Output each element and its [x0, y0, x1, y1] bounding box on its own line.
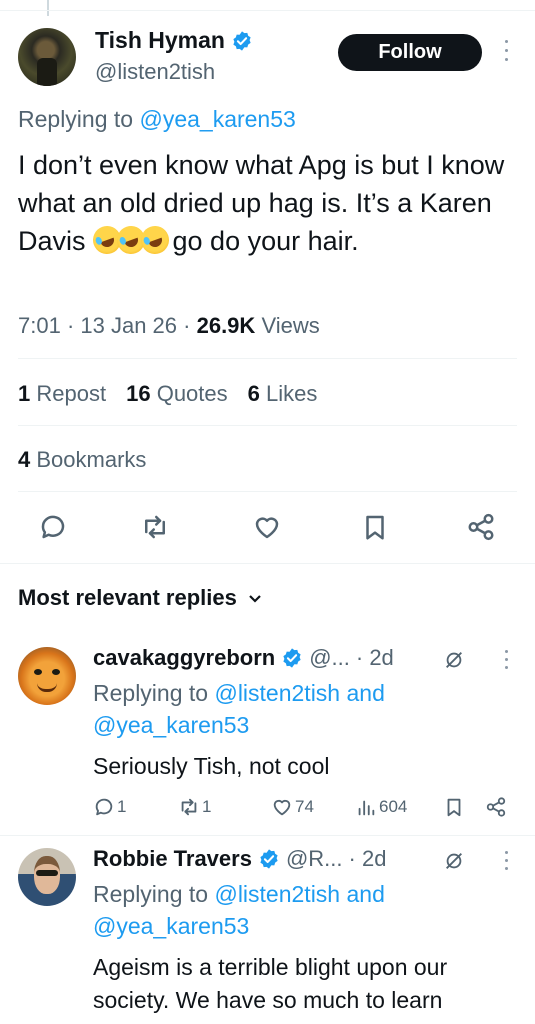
share-icon[interactable] — [485, 796, 507, 818]
share-icon[interactable] — [466, 512, 496, 542]
reply-author-avatar[interactable] — [18, 647, 76, 705]
views-label: Views — [261, 313, 320, 338]
bookmarks-stat[interactable]: 4 Bookmarks — [18, 447, 146, 473]
views-count: 26.9K — [196, 313, 256, 338]
divider — [0, 835, 535, 836]
grok-icon[interactable] — [443, 649, 465, 671]
reply-item[interactable]: cavakaggyreborn @... · 2d Replying to @l… — [18, 645, 518, 825]
reply-author-name[interactable]: cavakaggyreborn — [93, 645, 275, 671]
replying-to-handle-link[interactable]: @listen2tish — [214, 680, 340, 706]
chevron-down-icon — [249, 595, 261, 603]
divider — [18, 358, 517, 359]
replying-to-handle-link[interactable]: @yea_karen53 — [93, 712, 249, 738]
author-avatar[interactable] — [18, 28, 76, 86]
like-heart-icon[interactable]: 74 — [271, 796, 314, 818]
more-options-icon[interactable] — [503, 40, 509, 64]
reply-text: Seriously Tish, not cool — [93, 753, 330, 779]
replying-prefix: Replying to — [18, 106, 140, 132]
quotes-stat[interactable]: 16 Quotes — [126, 381, 228, 407]
replies-section-title: Most relevant replies — [18, 585, 237, 610]
reply-author-handle[interactable]: @R... — [286, 846, 343, 872]
reply-text: Ageism is a terrible blight upon our soc… — [93, 954, 448, 1013]
tweet-author-header: Tish Hyman @listen2tish Follow — [18, 26, 528, 96]
bookmark-icon[interactable] — [443, 796, 465, 818]
engagement-stats: 1 Repost 16 Quotes 6 Likes — [18, 381, 317, 407]
reply-count: 1 — [117, 797, 127, 816]
divider — [0, 563, 535, 564]
reply-icon[interactable] — [38, 512, 68, 542]
like-count: 74 — [295, 797, 314, 816]
more-options-icon[interactable] — [503, 851, 509, 873]
tweet-time[interactable]: 7:01 — [18, 313, 61, 338]
grok-icon[interactable] — [443, 850, 465, 872]
replying-to-handle-link[interactable]: @yea_karen53 — [139, 106, 295, 132]
reply-replying-to: Replying to @listen2tish and @yea_karen53 — [93, 881, 385, 939]
divider — [18, 425, 517, 426]
thread-connector-line — [47, 0, 49, 16]
reply-header: cavakaggyreborn @... · 2d — [93, 645, 394, 671]
replying-to-handle-link[interactable]: @listen2tish — [214, 881, 340, 907]
reply-age: · 2d — [348, 846, 387, 871]
author-name-row: Tish Hyman — [95, 27, 253, 54]
follow-button[interactable]: Follow — [338, 34, 482, 71]
reply-action-bar: 1 1 74 604 — [93, 796, 513, 824]
author-handle[interactable]: @listen2tish — [95, 59, 215, 85]
more-options-icon[interactable] — [503, 650, 509, 672]
bookmark-icon[interactable] — [360, 512, 390, 542]
author-name[interactable]: Tish Hyman — [95, 27, 225, 54]
tweet-text-part-2: go do your hair. — [165, 226, 359, 256]
reply-author-handle[interactable]: @... — [309, 645, 350, 671]
tweet-metadata: 7:01 · 13 Jan 26 · 26.9K Views — [18, 313, 320, 338]
reply-icon[interactable]: 1 — [93, 796, 126, 818]
views-chart-icon[interactable]: 604 — [355, 796, 407, 818]
repost-count: 1 — [202, 797, 212, 816]
likes-stat[interactable]: 6 Likes — [248, 381, 318, 407]
tweet-text: I don’t even know what Apg is but I know… — [18, 146, 518, 260]
reply-author-avatar[interactable] — [18, 848, 76, 906]
reply-author-name[interactable]: Robbie Travers — [93, 846, 252, 872]
tweet-date[interactable]: 13 Jan 26 — [80, 313, 177, 338]
reply-header: Robbie Travers @R... · 2d — [93, 846, 386, 872]
replying-to-handle-link[interactable]: @yea_karen53 — [93, 913, 249, 939]
divider — [18, 491, 517, 492]
verified-badge-icon — [260, 849, 278, 869]
like-heart-icon[interactable] — [252, 512, 282, 542]
view-count: 604 — [379, 797, 408, 816]
repost-icon[interactable] — [140, 512, 170, 542]
reply-replying-to: Replying to @listen2tish and @yea_karen53 — [93, 680, 385, 738]
replies-sort-dropdown[interactable]: Most relevant replies — [18, 585, 263, 611]
replying-to-line: Replying to @yea_karen53 — [18, 106, 296, 133]
repost-icon[interactable]: 1 — [178, 796, 211, 818]
reply-item[interactable]: Robbie Travers @R... · 2d Replying to @l… — [18, 846, 518, 1024]
reply-age: · 2d — [355, 645, 394, 670]
tweet-action-bar — [18, 508, 517, 548]
verified-badge-icon — [233, 30, 251, 51]
top-divider — [0, 10, 535, 11]
reposts-stat[interactable]: 1 Repost — [18, 381, 106, 407]
laughing-emoji-icon — [89, 222, 173, 258]
verified-badge-icon — [283, 648, 301, 668]
